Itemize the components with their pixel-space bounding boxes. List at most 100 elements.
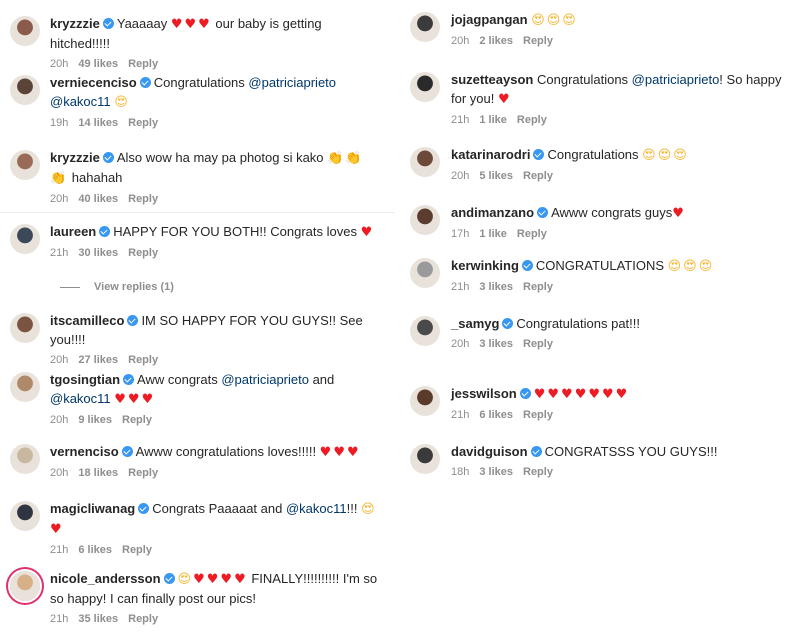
comment-text: and — [308, 372, 335, 387]
avatar[interactable] — [410, 386, 440, 416]
likes-count[interactable]: 18 likes — [78, 467, 118, 479]
avatar[interactable] — [10, 75, 40, 105]
avatar[interactable] — [410, 72, 440, 102]
likes-count[interactable]: 27 likes — [78, 354, 118, 366]
avatar[interactable] — [10, 372, 40, 402]
reply-button[interactable]: Reply — [523, 35, 553, 47]
likes-count[interactable]: 14 likes — [78, 117, 118, 129]
verified-badge-icon — [519, 388, 531, 399]
avatar[interactable] — [10, 224, 40, 254]
likes-count[interactable]: 3 likes — [479, 281, 513, 293]
comment-meta: 21h 3 likes Reply — [451, 280, 791, 294]
likes-count[interactable]: 6 likes — [78, 544, 112, 556]
likes-count[interactable]: 1 like — [479, 114, 507, 126]
timestamp: 20h — [451, 35, 470, 47]
reply-button[interactable]: Reply — [128, 117, 158, 129]
mention-link[interactable]: @kakoc11 — [50, 94, 111, 109]
likes-count[interactable]: 40 likes — [78, 193, 118, 205]
verified-badge-icon — [99, 226, 111, 237]
reply-button[interactable]: Reply — [517, 114, 547, 126]
likes-count[interactable]: 2 likes — [479, 35, 513, 47]
username-link[interactable]: laureen — [50, 224, 96, 239]
likes-count[interactable]: 1 like — [479, 228, 507, 240]
comment-meta: 20h 18 likes Reply — [50, 466, 380, 480]
comment-body: tgosingtian Aww congrats @patriciaprieto … — [50, 370, 380, 427]
reply-button[interactable]: Reply — [523, 281, 553, 293]
mention-link[interactable]: @kakoc11 — [286, 501, 347, 516]
comment-text-line: jojagpangan 😍😍😍 — [451, 10, 791, 30]
avatar[interactable] — [10, 150, 40, 180]
comment-body: kryzzzie Also wow ha may pa photog si kak… — [50, 148, 380, 206]
likes-count[interactable]: 35 likes — [78, 613, 118, 625]
comment-text-line: vernenciso Awww congratulations loves!!!!… — [50, 442, 380, 462]
username-link[interactable]: nicole_andersson — [50, 571, 161, 586]
timestamp: 20h — [451, 170, 470, 182]
heart-eyes-emoji-icon: 😍 — [114, 95, 130, 110]
timestamp: 20h — [50, 58, 69, 70]
view-replies-label[interactable]: View replies (1) — [94, 281, 174, 293]
comment-meta: 21h 6 likes Reply — [50, 543, 380, 557]
likes-count[interactable]: 3 likes — [479, 338, 513, 350]
likes-count[interactable]: 9 likes — [78, 414, 112, 426]
reply-button[interactable]: Reply — [122, 544, 152, 556]
username-link[interactable]: kryzzzie — [50, 150, 100, 165]
reply-button[interactable]: Reply — [128, 193, 158, 205]
reply-button[interactable]: Reply — [128, 467, 158, 479]
username-link[interactable]: kerwinking — [451, 258, 519, 273]
likes-count[interactable]: 6 likes — [479, 409, 513, 421]
avatar[interactable] — [410, 316, 440, 346]
username-link[interactable]: jojagpangan — [451, 12, 528, 27]
reply-button[interactable]: Reply — [128, 354, 158, 366]
likes-count[interactable]: 30 likes — [78, 247, 118, 259]
likes-count[interactable]: 49 likes — [78, 58, 118, 70]
view-replies-link[interactable]: View replies (1) — [60, 281, 174, 293]
avatar[interactable] — [410, 205, 440, 235]
avatar[interactable] — [10, 501, 40, 531]
reply-button[interactable]: Reply — [523, 338, 553, 350]
username-link[interactable]: verniecenciso — [50, 75, 137, 90]
username-link[interactable]: itscamilleco — [50, 313, 124, 328]
username-link[interactable]: jesswilson — [451, 386, 517, 401]
mention-link[interactable]: @kakoc11 — [50, 391, 111, 406]
avatar[interactable] — [10, 571, 40, 601]
verified-badge-icon — [533, 149, 545, 160]
username-link[interactable]: kryzzzie — [50, 16, 100, 31]
username-link[interactable]: andimanzano — [451, 205, 534, 220]
avatar[interactable] — [10, 444, 40, 474]
avatar[interactable] — [410, 12, 440, 42]
reply-button[interactable]: Reply — [523, 466, 553, 478]
username-link[interactable]: suzetteayson — [451, 72, 533, 87]
reply-button[interactable]: Reply — [128, 58, 158, 70]
reply-button[interactable]: Reply — [523, 170, 553, 182]
username-link[interactable]: tgosingtian — [50, 372, 120, 387]
username-link[interactable]: _samyg — [451, 316, 499, 331]
comment-body: katarinarodri Congratulations 😍😍😍 20h 5 lik… — [451, 145, 791, 183]
comment-body: vernenciso Awww congratulations loves!!!!… — [50, 442, 380, 480]
likes-count[interactable]: 3 likes — [479, 466, 513, 478]
avatar[interactable] — [10, 16, 40, 46]
mention-link[interactable]: @patriciaprieto — [248, 75, 336, 90]
timestamp: 20h — [50, 414, 69, 426]
username-link[interactable]: katarinarodri — [451, 147, 530, 162]
comment-meta: 21h 30 likes Reply — [50, 246, 380, 260]
username-link[interactable]: davidguison — [451, 444, 528, 459]
avatar[interactable] — [410, 444, 440, 474]
likes-count[interactable]: 5 likes — [479, 170, 513, 182]
mention-link[interactable]: @patriciaprieto — [632, 72, 720, 87]
username-link[interactable]: magicliwanag — [50, 501, 135, 516]
reply-button[interactable]: Reply — [128, 247, 158, 259]
comment-meta: 20h 40 likes Reply — [50, 192, 380, 206]
avatar[interactable] — [410, 147, 440, 177]
reply-button[interactable]: Reply — [128, 613, 158, 625]
timestamp: 20h — [50, 354, 69, 366]
username-link[interactable]: vernenciso — [50, 444, 119, 459]
comment-text: Aww congrats — [137, 372, 222, 387]
avatar[interactable] — [10, 313, 40, 343]
heart-emoji-icon: ♥♥♥♥♥♥♥ — [533, 387, 630, 402]
reply-button[interactable]: Reply — [517, 228, 547, 240]
reply-button[interactable]: Reply — [523, 409, 553, 421]
mention-link[interactable]: @patriciaprieto — [221, 372, 309, 387]
reply-button[interactable]: Reply — [122, 414, 152, 426]
verified-badge-icon — [530, 446, 542, 457]
avatar[interactable] — [410, 258, 440, 288]
